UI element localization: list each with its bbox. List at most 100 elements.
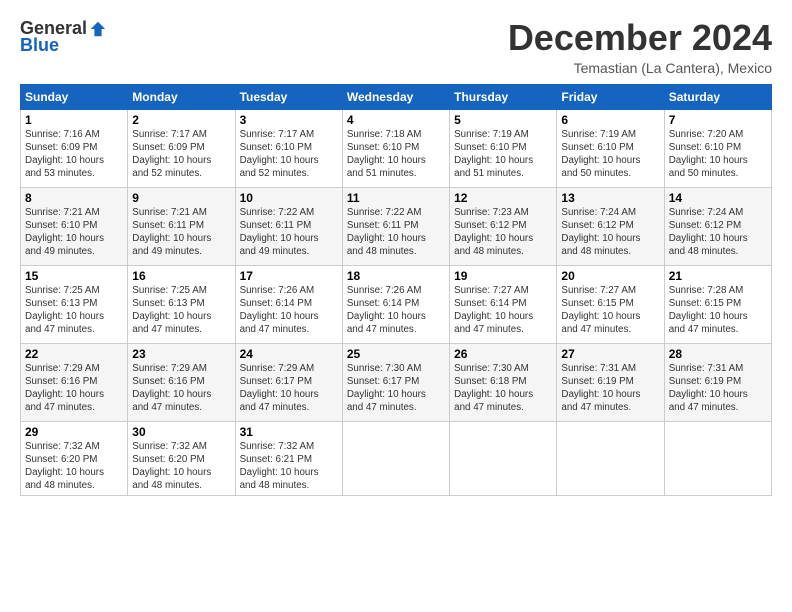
table-row: 5Sunrise: 7:19 AM Sunset: 6:10 PM Daylig…	[450, 109, 557, 187]
day-number: 21	[669, 269, 767, 283]
day-number: 14	[669, 191, 767, 205]
page: General Blue December 2024 Temastian (La…	[0, 0, 792, 612]
day-number: 13	[561, 191, 659, 205]
table-row: 1Sunrise: 7:16 AM Sunset: 6:09 PM Daylig…	[21, 109, 128, 187]
table-row: 6Sunrise: 7:19 AM Sunset: 6:10 PM Daylig…	[557, 109, 664, 187]
day-info: Sunrise: 7:19 AM Sunset: 6:10 PM Dayligh…	[454, 128, 552, 181]
day-number: 9	[132, 191, 230, 205]
table-row: 13Sunrise: 7:24 AM Sunset: 6:12 PM Dayli…	[557, 187, 664, 265]
day-number: 8	[25, 191, 123, 205]
day-number: 24	[240, 347, 338, 361]
logo: General Blue	[20, 18, 107, 56]
day-number: 20	[561, 269, 659, 283]
table-row: 11Sunrise: 7:22 AM Sunset: 6:11 PM Dayli…	[342, 187, 449, 265]
table-row	[450, 421, 557, 496]
day-info: Sunrise: 7:22 AM Sunset: 6:11 PM Dayligh…	[347, 206, 445, 259]
day-info: Sunrise: 7:31 AM Sunset: 6:19 PM Dayligh…	[669, 362, 767, 415]
day-info: Sunrise: 7:18 AM Sunset: 6:10 PM Dayligh…	[347, 128, 445, 181]
day-number: 6	[561, 113, 659, 127]
day-info: Sunrise: 7:17 AM Sunset: 6:10 PM Dayligh…	[240, 128, 338, 181]
table-row: 27Sunrise: 7:31 AM Sunset: 6:19 PM Dayli…	[557, 343, 664, 421]
location: Temastian (La Cantera), Mexico	[508, 60, 772, 76]
day-info: Sunrise: 7:30 AM Sunset: 6:17 PM Dayligh…	[347, 362, 445, 415]
calendar-header-row: Sunday Monday Tuesday Wednesday Thursday…	[21, 84, 772, 109]
day-number: 25	[347, 347, 445, 361]
table-row: 23Sunrise: 7:29 AM Sunset: 6:16 PM Dayli…	[128, 343, 235, 421]
day-number: 23	[132, 347, 230, 361]
day-info: Sunrise: 7:29 AM Sunset: 6:16 PM Dayligh…	[132, 362, 230, 415]
table-row: 7Sunrise: 7:20 AM Sunset: 6:10 PM Daylig…	[664, 109, 771, 187]
header: General Blue December 2024 Temastian (La…	[20, 18, 772, 76]
day-info: Sunrise: 7:21 AM Sunset: 6:10 PM Dayligh…	[25, 206, 123, 259]
table-row: 16Sunrise: 7:25 AM Sunset: 6:13 PM Dayli…	[128, 265, 235, 343]
day-info: Sunrise: 7:28 AM Sunset: 6:15 PM Dayligh…	[669, 284, 767, 337]
table-row: 17Sunrise: 7:26 AM Sunset: 6:14 PM Dayli…	[235, 265, 342, 343]
day-info: Sunrise: 7:32 AM Sunset: 6:20 PM Dayligh…	[25, 440, 123, 493]
day-info: Sunrise: 7:32 AM Sunset: 6:20 PM Dayligh…	[132, 440, 230, 493]
day-number: 29	[25, 425, 123, 439]
table-row	[342, 421, 449, 496]
col-thursday: Thursday	[450, 84, 557, 109]
table-row: 19Sunrise: 7:27 AM Sunset: 6:14 PM Dayli…	[450, 265, 557, 343]
day-number: 4	[347, 113, 445, 127]
table-row: 26Sunrise: 7:30 AM Sunset: 6:18 PM Dayli…	[450, 343, 557, 421]
day-info: Sunrise: 7:27 AM Sunset: 6:14 PM Dayligh…	[454, 284, 552, 337]
table-row: 28Sunrise: 7:31 AM Sunset: 6:19 PM Dayli…	[664, 343, 771, 421]
table-row: 22Sunrise: 7:29 AM Sunset: 6:16 PM Dayli…	[21, 343, 128, 421]
table-row: 12Sunrise: 7:23 AM Sunset: 6:12 PM Dayli…	[450, 187, 557, 265]
day-info: Sunrise: 7:17 AM Sunset: 6:09 PM Dayligh…	[132, 128, 230, 181]
table-row: 2Sunrise: 7:17 AM Sunset: 6:09 PM Daylig…	[128, 109, 235, 187]
day-number: 10	[240, 191, 338, 205]
day-info: Sunrise: 7:20 AM Sunset: 6:10 PM Dayligh…	[669, 128, 767, 181]
day-info: Sunrise: 7:16 AM Sunset: 6:09 PM Dayligh…	[25, 128, 123, 181]
table-row: 4Sunrise: 7:18 AM Sunset: 6:10 PM Daylig…	[342, 109, 449, 187]
day-info: Sunrise: 7:27 AM Sunset: 6:15 PM Dayligh…	[561, 284, 659, 337]
day-number: 19	[454, 269, 552, 283]
day-info: Sunrise: 7:30 AM Sunset: 6:18 PM Dayligh…	[454, 362, 552, 415]
day-number: 31	[240, 425, 338, 439]
table-row: 14Sunrise: 7:24 AM Sunset: 6:12 PM Dayli…	[664, 187, 771, 265]
day-info: Sunrise: 7:24 AM Sunset: 6:12 PM Dayligh…	[561, 206, 659, 259]
day-number: 30	[132, 425, 230, 439]
day-number: 18	[347, 269, 445, 283]
day-info: Sunrise: 7:24 AM Sunset: 6:12 PM Dayligh…	[669, 206, 767, 259]
day-info: Sunrise: 7:32 AM Sunset: 6:21 PM Dayligh…	[240, 440, 338, 493]
day-info: Sunrise: 7:26 AM Sunset: 6:14 PM Dayligh…	[240, 284, 338, 337]
col-tuesday: Tuesday	[235, 84, 342, 109]
day-number: 17	[240, 269, 338, 283]
table-row: 18Sunrise: 7:26 AM Sunset: 6:14 PM Dayli…	[342, 265, 449, 343]
day-number: 2	[132, 113, 230, 127]
day-info: Sunrise: 7:25 AM Sunset: 6:13 PM Dayligh…	[25, 284, 123, 337]
day-number: 1	[25, 113, 123, 127]
table-row: 9Sunrise: 7:21 AM Sunset: 6:11 PM Daylig…	[128, 187, 235, 265]
table-row: 31Sunrise: 7:32 AM Sunset: 6:21 PM Dayli…	[235, 421, 342, 496]
day-number: 28	[669, 347, 767, 361]
table-row: 21Sunrise: 7:28 AM Sunset: 6:15 PM Dayli…	[664, 265, 771, 343]
day-number: 11	[347, 191, 445, 205]
table-row: 20Sunrise: 7:27 AM Sunset: 6:15 PM Dayli…	[557, 265, 664, 343]
logo-icon	[89, 20, 107, 38]
col-wednesday: Wednesday	[342, 84, 449, 109]
day-number: 5	[454, 113, 552, 127]
day-number: 3	[240, 113, 338, 127]
table-row: 8Sunrise: 7:21 AM Sunset: 6:10 PM Daylig…	[21, 187, 128, 265]
table-row: 30Sunrise: 7:32 AM Sunset: 6:20 PM Dayli…	[128, 421, 235, 496]
table-row: 29Sunrise: 7:32 AM Sunset: 6:20 PM Dayli…	[21, 421, 128, 496]
title-block: December 2024 Temastian (La Cantera), Me…	[508, 18, 772, 76]
day-number: 16	[132, 269, 230, 283]
day-info: Sunrise: 7:23 AM Sunset: 6:12 PM Dayligh…	[454, 206, 552, 259]
day-info: Sunrise: 7:25 AM Sunset: 6:13 PM Dayligh…	[132, 284, 230, 337]
col-sunday: Sunday	[21, 84, 128, 109]
col-saturday: Saturday	[664, 84, 771, 109]
day-info: Sunrise: 7:26 AM Sunset: 6:14 PM Dayligh…	[347, 284, 445, 337]
day-info: Sunrise: 7:22 AM Sunset: 6:11 PM Dayligh…	[240, 206, 338, 259]
table-row	[664, 421, 771, 496]
day-number: 12	[454, 191, 552, 205]
day-info: Sunrise: 7:29 AM Sunset: 6:17 PM Dayligh…	[240, 362, 338, 415]
table-row	[557, 421, 664, 496]
day-number: 15	[25, 269, 123, 283]
day-info: Sunrise: 7:19 AM Sunset: 6:10 PM Dayligh…	[561, 128, 659, 181]
table-row: 24Sunrise: 7:29 AM Sunset: 6:17 PM Dayli…	[235, 343, 342, 421]
day-info: Sunrise: 7:29 AM Sunset: 6:16 PM Dayligh…	[25, 362, 123, 415]
day-number: 26	[454, 347, 552, 361]
